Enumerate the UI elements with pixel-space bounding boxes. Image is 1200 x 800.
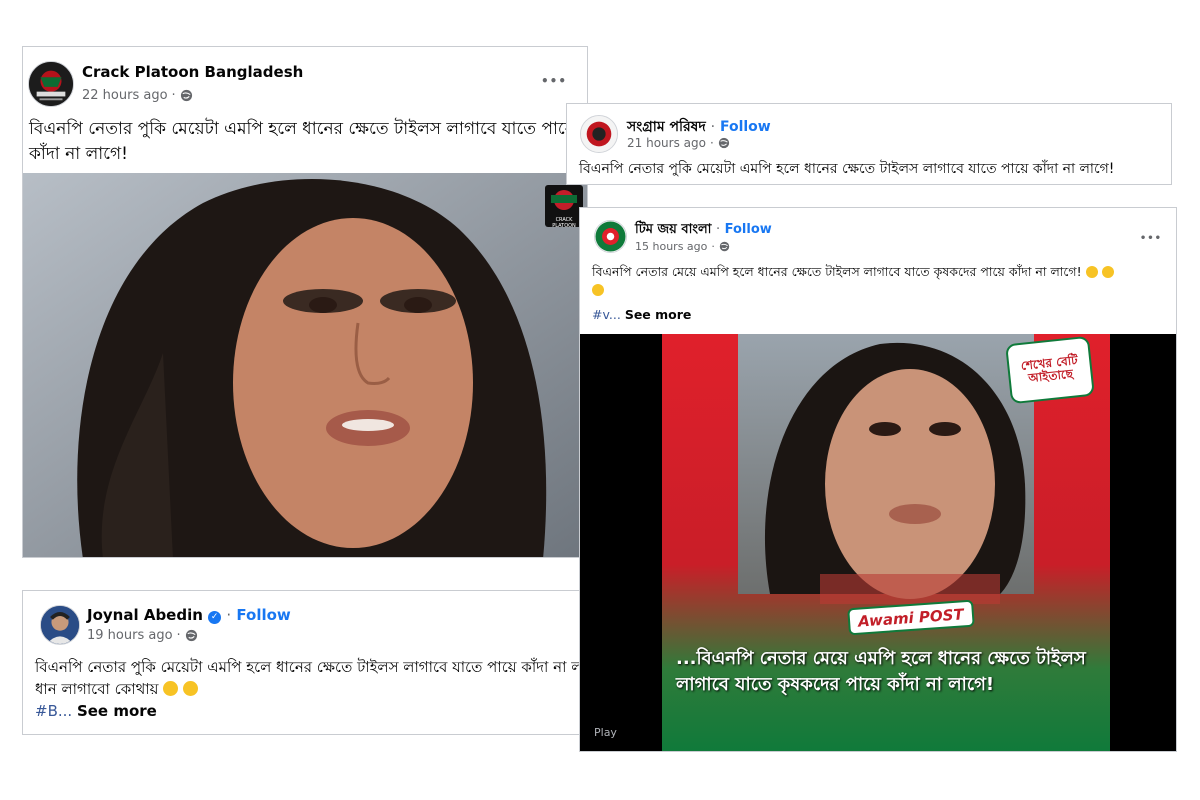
- page-logo-icon: [581, 116, 617, 152]
- post-meta: 19 hours ago ·: [87, 628, 198, 643]
- laughing-emoji-icon: [592, 284, 604, 297]
- verified-badge-icon: ✓: [208, 611, 222, 624]
- post-card-crack-platoon: Crack Platoon Bangladesh 22 hours ago · …: [22, 46, 588, 558]
- page-avatar[interactable]: [28, 61, 74, 107]
- separator-dot: ·: [711, 240, 715, 253]
- grinning-emoji-icon: [163, 680, 179, 696]
- laughing-emoji-icon: [1085, 266, 1098, 278]
- page-name[interactable]: Crack Platoon Bangladesh: [82, 63, 303, 81]
- separator-dot: ·: [709, 136, 714, 150]
- page-name[interactable]: টিম জয় বাংলা: [635, 222, 711, 237]
- post-card-team-joy-bangla: টিম জয় বাংলা · Follow 15 hours ago · ••…: [579, 207, 1177, 752]
- globe-icon: [185, 629, 197, 642]
- post-time[interactable]: 19 hours ago: [87, 628, 173, 643]
- laughing-emoji-icon: [1101, 266, 1114, 278]
- post-text: বিএনপি নেতার পুকি মেয়েটা এমপি হলে ধানের…: [29, 119, 575, 164]
- page-name-row: টিম জয় বাংলা · Follow: [635, 222, 772, 237]
- portrait-photo: [23, 173, 587, 557]
- play-label[interactable]: Play: [594, 726, 617, 739]
- separator-dot: ·: [176, 628, 181, 643]
- page-avatar[interactable]: [580, 115, 618, 153]
- globe-icon: [718, 137, 729, 149]
- post-video[interactable]: শেখের বেটি আইতাছে Awami POST ...বিএনপি ন…: [580, 334, 1176, 751]
- globe-icon: [719, 241, 730, 252]
- follow-button[interactable]: Follow: [725, 222, 772, 237]
- post-image[interactable]: CRACK PLATOON: [23, 173, 587, 557]
- post-time[interactable]: 22 hours ago: [82, 88, 168, 103]
- follow-button[interactable]: Follow: [236, 606, 290, 624]
- post-time[interactable]: 21 hours ago: [627, 136, 706, 150]
- crack-platoon-logo-icon: [29, 62, 73, 106]
- globe-icon: [180, 89, 192, 102]
- video-caption: ...বিএনপি নেতার মেয়ে এমপি হলে ধানের ক্ষ…: [676, 648, 1086, 696]
- more-options-icon[interactable]: •••: [541, 75, 567, 87]
- page-avatar[interactable]: [594, 220, 627, 253]
- profile-name-row: Joynal Abedin ✓ · Follow: [87, 606, 291, 624]
- watermark-logo: CRACK PLATOON: [545, 185, 583, 229]
- see-more-link[interactable]: See more: [625, 307, 692, 322]
- hashtag-link[interactable]: #B...: [35, 702, 72, 720]
- see-more-link[interactable]: See more: [77, 702, 157, 720]
- post-text: বিএনপি নেতার মেয়ে এমপি হলে ধানের ক্ষেতে…: [592, 263, 1172, 299]
- post-card-songram-porishod: সংগ্রাম পরিষদ · Follow 21 hours ago · বি…: [566, 103, 1172, 185]
- smiling-emoji-icon: [183, 680, 199, 696]
- profile-name[interactable]: Joynal Abedin: [87, 606, 203, 624]
- see-more-row: #v... See more: [592, 306, 691, 324]
- more-options-icon[interactable]: •••: [1140, 234, 1162, 244]
- post-meta: 22 hours ago ·: [82, 88, 193, 103]
- sticker-badge: শেখের বেটি আইতাছে: [1005, 335, 1095, 405]
- post-time[interactable]: 15 hours ago: [635, 240, 707, 253]
- post-meta: 21 hours ago ·: [627, 136, 730, 150]
- separator-dot: ·: [171, 88, 176, 103]
- profile-avatar[interactable]: [40, 605, 80, 645]
- profile-photo-icon: [41, 606, 79, 644]
- post-meta: 15 hours ago ·: [635, 240, 730, 253]
- crack-platoon-watermark-icon: [551, 190, 577, 210]
- page-logo-icon: [595, 221, 626, 252]
- post-text: বিএনপি নেতার পুকি মেয়েটা এমপি হলে ধানের…: [579, 161, 1115, 177]
- follow-button[interactable]: Follow: [720, 119, 771, 135]
- hashtag-link[interactable]: #v...: [592, 307, 621, 322]
- page-name[interactable]: সংগ্রাম পরিষদ: [627, 119, 706, 135]
